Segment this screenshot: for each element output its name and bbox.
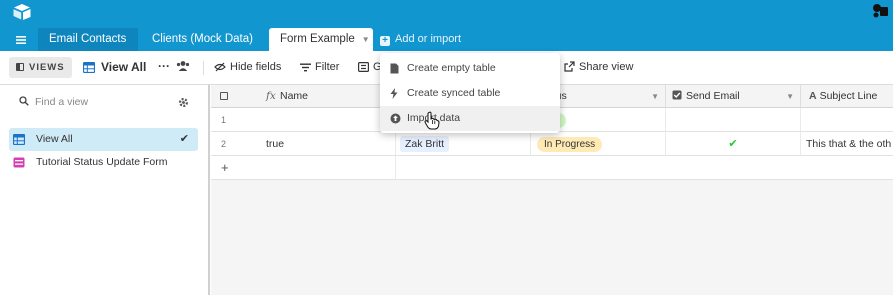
linked-record-chip[interactable]: Zak Britt <box>400 136 450 152</box>
views-label: VIEWS <box>29 62 65 73</box>
sidebar-view-view-all[interactable]: View All ✔ <box>9 128 198 151</box>
tab-clients-mock-data[interactable]: Clients (Mock Data) <box>141 28 266 51</box>
formula-icon: fx <box>266 90 276 102</box>
share-icon <box>564 61 575 72</box>
column-header-label: Send Email <box>686 90 740 102</box>
sidebar-view-tutorial-status-update-form[interactable]: Tutorial Status Update Form <box>9 151 198 174</box>
subject-cell[interactable] <box>801 108 893 132</box>
current-view-button[interactable]: View All <box>83 60 146 74</box>
menu-item-label: Create synced table <box>407 87 501 99</box>
text-field-icon: A <box>809 90 817 102</box>
lightning-icon <box>390 88 398 99</box>
name-cell[interactable]: 2 true <box>211 132 396 156</box>
group-icon <box>358 62 370 73</box>
select-all-checkbox[interactable] <box>220 92 228 100</box>
form-view-icon <box>13 157 25 168</box>
linked-cell[interactable]: Zak Britt <box>396 132 531 156</box>
row-number: 1 <box>211 108 396 132</box>
menu-item-label: Create empty table <box>407 62 496 74</box>
view-label: View All <box>36 133 73 145</box>
row-number: 2 <box>221 139 227 149</box>
airtable-logo-icon[interactable] <box>12 3 32 21</box>
checkbox-icon <box>672 90 682 100</box>
tab-form-example[interactable]: Form Example ▼ <box>269 28 373 51</box>
subject-value: This that & the oth <box>806 138 892 150</box>
column-header-label: Name <box>280 90 309 102</box>
gear-icon[interactable] <box>178 97 189 108</box>
column-header-subject-line[interactable]: A Subject Line <box>801 85 893 108</box>
hide-fields-button[interactable]: Hide fields <box>214 61 281 73</box>
add-import-label: Add or import <box>395 33 462 45</box>
add-row-filler <box>396 156 893 180</box>
add-row[interactable]: + <box>211 156 893 180</box>
table-row[interactable]: 2 true Zak Britt In Progress ✔ This that… <box>211 132 893 156</box>
sidebar-toggle-icon <box>16 63 24 71</box>
tab-label: Email Contacts <box>49 33 127 45</box>
view-label: Tutorial Status Update Form <box>36 156 168 168</box>
tab-email-contacts[interactable]: Email Contacts <box>38 28 138 51</box>
tab-label: Clients (Mock Data) <box>152 33 253 45</box>
plus-icon: + <box>380 36 390 46</box>
checkmark-icon: ✔ <box>728 138 738 150</box>
chevron-down-icon[interactable]: ▼ <box>362 35 370 44</box>
hamburger-menu-icon[interactable] <box>10 32 32 48</box>
views-sidebar: Find a view View All ✔ Tutorial Status U… <box>0 85 210 295</box>
status-cell[interactable]: In Progress <box>531 132 666 156</box>
checkmark-icon: ✔ <box>179 133 189 145</box>
view-more-button[interactable]: ··· <box>158 59 170 73</box>
filter-icon <box>300 63 311 72</box>
share-view-label: Share view <box>579 61 634 73</box>
toolbar-divider <box>203 61 204 75</box>
table-icon <box>390 63 399 74</box>
table-tab-bar: Email Contacts Clients (Mock Data) Form … <box>0 28 893 51</box>
column-header-label: Subject Line <box>819 90 878 102</box>
upload-icon <box>390 113 401 124</box>
hide-fields-label: Hide fields <box>230 61 282 73</box>
subject-cell[interactable]: This that & the oth <box>801 132 893 156</box>
menu-item-create-synced-table[interactable]: Create synced table <box>380 81 560 106</box>
grid-view-icon <box>13 134 25 145</box>
collaborators-icon[interactable] <box>176 60 190 72</box>
name-value: true <box>266 138 285 150</box>
tab-label: Form Example <box>280 33 355 45</box>
chevron-down-icon[interactable]: ▼ <box>786 85 794 107</box>
primary-column-header[interactable]: fx Name <box>211 85 396 108</box>
status-badge: In Progress <box>537 137 603 152</box>
send-email-cell[interactable] <box>666 108 801 132</box>
views-toggle-button[interactable]: VIEWS <box>9 57 72 78</box>
hand-cursor-icon <box>424 111 440 130</box>
puzzle-extension-icon[interactable] <box>871 2 889 18</box>
top-app-bar <box>0 0 893 28</box>
share-view-button[interactable]: Share view <box>564 61 633 73</box>
menu-item-create-empty-table[interactable]: Create empty table <box>380 56 560 81</box>
current-view-label: View All <box>101 60 147 74</box>
app-window: Email Contacts Clients (Mock Data) Form … <box>0 0 893 295</box>
search-icon <box>19 96 29 106</box>
group-button[interactable]: G <box>358 61 382 73</box>
filter-label: Filter <box>315 61 340 73</box>
send-email-cell[interactable]: ✔ <box>666 132 801 156</box>
search-placeholder: Find a view <box>35 96 89 108</box>
grid-view-icon <box>83 62 95 73</box>
add-or-import-button[interactable]: + Add or import <box>380 28 461 51</box>
filter-button[interactable]: Filter <box>300 61 339 73</box>
add-row-button[interactable]: + <box>211 156 396 180</box>
menu-item-import-data[interactable]: Import data <box>380 106 560 131</box>
chevron-down-icon[interactable]: ▼ <box>651 85 659 107</box>
column-header-send-email[interactable]: Send Email ▼ <box>666 85 801 108</box>
add-table-dropdown: Create empty table Create synced table I… <box>380 53 560 133</box>
eye-off-icon <box>214 62 226 72</box>
find-view-search[interactable]: Find a view <box>19 96 88 108</box>
